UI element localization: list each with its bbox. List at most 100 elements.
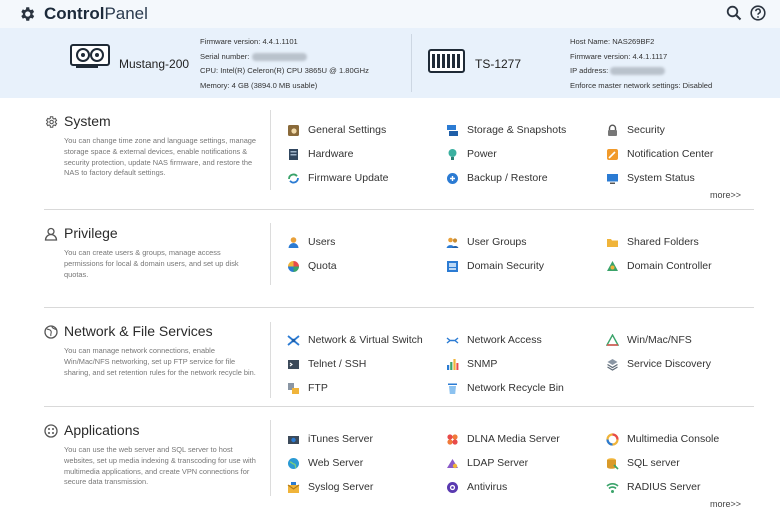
wifi-icon xyxy=(606,482,619,493)
hardware-link[interactable]: Hardware xyxy=(287,146,354,162)
serial-redacted xyxy=(251,52,307,61)
domain-security-icon xyxy=(447,260,458,272)
domain-controller-icon xyxy=(607,260,618,271)
multimedia-icon xyxy=(606,432,619,446)
device-name-secondary: TS-1277 xyxy=(475,57,522,71)
snmp-link[interactable]: SNMP xyxy=(446,356,497,372)
backup-restore-link[interactable]: Backup / Restore xyxy=(446,170,548,186)
service-discovery-icon xyxy=(607,358,618,371)
graphics-card-icon xyxy=(70,44,110,68)
terminal-icon xyxy=(288,359,299,369)
database-icon xyxy=(607,457,619,470)
power-link[interactable]: Power xyxy=(446,146,497,162)
user-groups-link[interactable]: User Groups xyxy=(446,234,527,250)
users-link[interactable]: Users xyxy=(287,234,335,250)
dlna-icon xyxy=(447,433,458,445)
user-icon xyxy=(44,227,58,241)
device-info-panel: Mustang-200 Firmware version: 4.4.1.1101… xyxy=(0,28,780,98)
network-access-link[interactable]: Network Access xyxy=(446,332,542,348)
header-bar: ControlPanel xyxy=(0,0,780,28)
quota-link[interactable]: Quota xyxy=(287,258,337,274)
enforce-settings-text: Enforce master network settings: Disable… xyxy=(570,80,713,90)
hardware-icon xyxy=(289,148,298,160)
network-virtual-switch-link[interactable]: Network & Virtual Switch xyxy=(287,332,423,348)
ldap-icon xyxy=(447,458,458,468)
firmware-update-icon xyxy=(288,173,299,183)
host-name-text: Host Name: NAS269BF2 xyxy=(570,37,655,46)
device-name-primary: Mustang-200 xyxy=(119,57,190,71)
lightbulb-icon xyxy=(448,148,457,160)
section-desc-applications: You can use the web server and SQL serve… xyxy=(64,445,256,487)
gear-icon xyxy=(45,116,58,128)
telnet-ssh-link[interactable]: Telnet / SSH xyxy=(287,356,366,372)
system-more-link[interactable]: more>> xyxy=(710,190,741,200)
domain-controller-link[interactable]: Domain Controller xyxy=(606,258,712,274)
monitor-icon xyxy=(607,173,618,184)
system-status-link[interactable]: System Status xyxy=(606,170,695,186)
security-link[interactable]: Security xyxy=(606,122,665,138)
win-mac-nfs-link[interactable]: Win/Mac/NFS xyxy=(606,332,692,348)
antivirus-link[interactable]: Antivirus xyxy=(446,479,507,495)
general-settings-link[interactable]: General Settings xyxy=(287,122,386,138)
service-discovery-link[interactable]: Service Discovery xyxy=(606,356,711,372)
backup-icon xyxy=(447,172,458,184)
memory-text: Memory: 4 GB (3894.0 MB usable) xyxy=(200,80,318,90)
section-separator xyxy=(44,307,754,308)
firmware-version-text: Firmware version: 4.4.1.1101 xyxy=(200,37,298,46)
ftp-link[interactable]: FTP xyxy=(287,380,328,396)
syslog-server-link[interactable]: Syslog Server xyxy=(287,479,373,495)
cpu-text: CPU: Intel(R) Celeron(R) CPU 3865U @ 1.8… xyxy=(200,66,369,76)
lock-icon xyxy=(608,124,617,136)
ip-address-text: IP address: xyxy=(570,64,712,79)
section-divider xyxy=(270,420,271,496)
ip-redacted xyxy=(610,67,666,76)
radius-server-link[interactable]: RADIUS Server xyxy=(606,479,701,495)
section-desc-network: You can manage network connections, enab… xyxy=(64,346,256,377)
sql-server-link[interactable]: SQL server xyxy=(606,455,680,471)
storage-snapshots-link[interactable]: Storage & Snapshots xyxy=(446,122,566,138)
section-divider xyxy=(270,110,271,190)
device-divider xyxy=(411,34,412,92)
recycle-bin-icon xyxy=(448,383,457,394)
user-groups-icon xyxy=(446,237,459,248)
itunes-server-link[interactable]: iTunes Server xyxy=(287,431,373,447)
section-desc-privilege: You can create users & groups, manage ac… xyxy=(64,248,239,279)
notification-center-link[interactable]: Notification Center xyxy=(606,146,713,162)
help-icon[interactable] xyxy=(750,5,766,21)
firmware-update-link[interactable]: Firmware Update xyxy=(287,170,389,186)
gear-icon xyxy=(21,7,35,21)
section-title-system: System xyxy=(64,113,111,129)
firmware-version-text: Firmware version: 4.4.1.1117 xyxy=(570,51,668,61)
storage-icon xyxy=(447,124,458,136)
nas-device-icon xyxy=(428,49,465,73)
web-server-link[interactable]: Web Server xyxy=(287,455,363,471)
users-icon xyxy=(288,236,299,248)
serial-number-text: Serial number: xyxy=(200,50,369,65)
section-title-privilege: Privilege xyxy=(64,225,118,241)
section-separator xyxy=(44,406,754,407)
multimedia-console-link[interactable]: Multimedia Console xyxy=(606,431,719,447)
syslog-icon xyxy=(287,481,300,493)
globe-icon xyxy=(44,325,58,339)
search-icon[interactable] xyxy=(726,5,742,21)
ldap-server-link[interactable]: LDAP Server xyxy=(446,455,528,471)
section-divider xyxy=(270,322,271,398)
section-divider xyxy=(270,223,271,285)
section-title-applications: Applications xyxy=(64,422,140,438)
section-separator xyxy=(44,209,754,210)
apps-icon xyxy=(44,424,58,438)
domain-security-link[interactable]: Domain Security xyxy=(446,258,544,274)
applications-more-link[interactable]: more>> xyxy=(710,499,741,509)
section-title-network: Network & File Services xyxy=(64,323,213,339)
quota-icon xyxy=(288,260,299,272)
web-server-icon xyxy=(288,457,299,469)
network-recycle-bin-link[interactable]: Network Recycle Bin xyxy=(446,380,564,396)
network-access-icon xyxy=(446,336,459,344)
device-details-secondary: Host Name: NAS269BF2 Firmware version: 4… xyxy=(570,35,712,93)
device-details-primary: Firmware version: 4.4.1.1101 Serial numb… xyxy=(200,35,369,93)
dlna-media-server-link[interactable]: DLNA Media Server xyxy=(446,431,560,447)
general-settings-icon xyxy=(288,124,299,136)
folder-icon xyxy=(607,238,618,247)
antivirus-icon xyxy=(447,481,458,493)
shared-folders-link[interactable]: Shared Folders xyxy=(606,234,699,250)
